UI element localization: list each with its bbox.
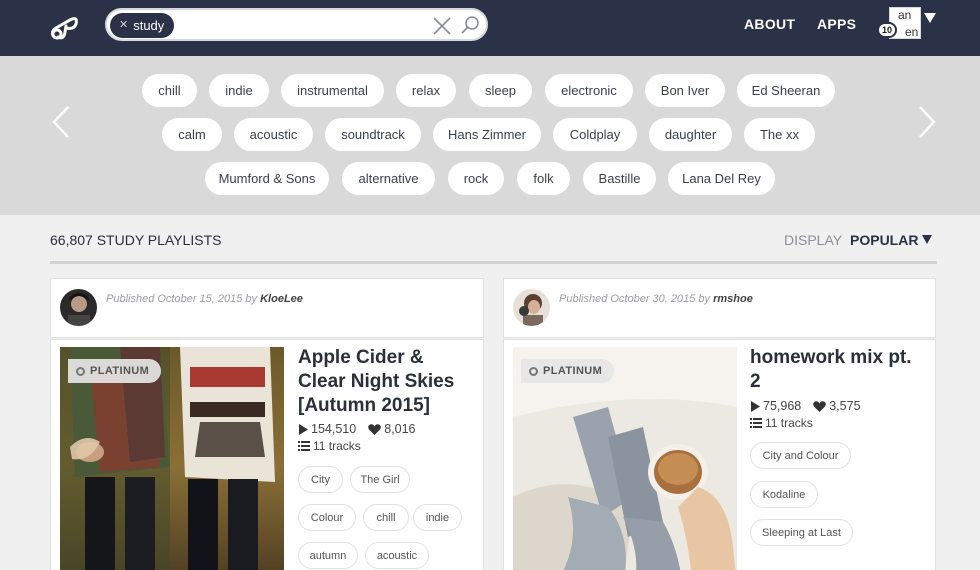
list-icon xyxy=(298,441,310,451)
tag-the-xx[interactable]: The xx xyxy=(744,118,815,151)
nav-apps[interactable]: APPS xyxy=(817,16,856,32)
clear-icon[interactable] xyxy=(431,15,453,37)
playlist-stats: 154,510 8,016 xyxy=(298,422,415,436)
playlist-title-line: homework mix pt. xyxy=(750,347,912,368)
publish-date: Published October 30, 2015 by xyxy=(559,293,711,305)
tag-ed-sheeran[interactable]: Ed Sheeran xyxy=(737,74,835,107)
platinum-badge: PLATINUM xyxy=(68,359,162,383)
playlist-tag[interactable]: Sleeping at Last xyxy=(750,519,853,546)
tag-hans-zimmer[interactable]: Hans Zimmer xyxy=(433,118,541,151)
avatar-alt-text: en xyxy=(905,25,919,39)
playlist-title-line: [Autumn 2015] xyxy=(298,395,430,416)
playlist-tag[interactable]: Kodaline xyxy=(750,481,818,508)
playlist-tag[interactable]: autumn xyxy=(298,542,358,569)
author-avatar[interactable] xyxy=(513,289,550,326)
tag-folk[interactable]: folk xyxy=(517,162,570,195)
heart-icon xyxy=(813,400,827,412)
publish-info: Published October 15, 2015 by KloeLee xyxy=(106,293,303,305)
tag-band: chill indie instrumental relax sleep ele… xyxy=(0,56,980,215)
playlist-card[interactable]: PLATINUM Apple Cider & Clear Night Skies… xyxy=(50,339,484,570)
playlist-title[interactable]: Apple Cider & Clear Night Skies [Autumn … xyxy=(298,346,454,418)
track-count: 11 tracks xyxy=(298,439,361,453)
play-count: 75,968 xyxy=(763,399,802,413)
list-icon xyxy=(750,418,762,428)
badge-label: PLATINUM xyxy=(90,365,150,377)
search-bar[interactable]: ✕ study xyxy=(105,8,488,41)
next-arrow-icon[interactable] xyxy=(916,104,938,140)
prev-arrow-icon[interactable] xyxy=(50,104,72,140)
user-menu-chevron-icon[interactable] xyxy=(924,13,936,23)
tag-coldplay[interactable]: Coldplay xyxy=(553,118,637,151)
playlist-card[interactable]: PLATINUM homework mix pt. 2 75,968 3,575… xyxy=(503,339,936,570)
search-input[interactable] xyxy=(179,14,419,37)
notification-badge[interactable]: 10 xyxy=(877,22,897,38)
tag-indie[interactable]: indie xyxy=(209,74,269,107)
author-avatar[interactable] xyxy=(60,289,97,326)
tag-mumford-and-sons[interactable]: Mumford & Sons xyxy=(205,162,329,195)
result-count: 66,807 STUDY PLAYLISTS xyxy=(50,232,222,248)
playlist-meta: Published October 15, 2015 by KloeLee xyxy=(50,278,484,338)
author-link[interactable]: KloeLee xyxy=(260,293,303,305)
search-chip[interactable]: ✕ study xyxy=(110,13,175,38)
track-count-label: 11 tracks xyxy=(313,439,361,453)
chip-remove-icon[interactable]: ✕ xyxy=(119,13,128,38)
playlist-tag[interactable]: acoustic xyxy=(365,542,429,569)
publish-date: Published October 15, 2015 by xyxy=(106,293,258,305)
badge-icon xyxy=(76,366,85,376)
playlist-cover-image[interactable]: PLATINUM xyxy=(513,347,737,570)
play-icon xyxy=(751,400,760,412)
tag-bon-iver[interactable]: Bon Iver xyxy=(645,74,725,107)
avatar-alt-text: an xyxy=(898,8,912,22)
tag-sleep[interactable]: sleep xyxy=(469,74,532,107)
like-count: 8,016 xyxy=(384,422,416,436)
tag-bastille[interactable]: Bastille xyxy=(583,162,656,195)
tag-soundtrack[interactable]: soundtrack xyxy=(325,118,421,151)
playlist-title-line: Apple Cider & xyxy=(298,347,424,368)
tag-alternative[interactable]: alternative xyxy=(342,162,435,195)
tag-electronic[interactable]: electronic xyxy=(545,74,633,107)
tag-rock[interactable]: rock xyxy=(448,162,504,195)
sort-dropdown-label: POPULAR xyxy=(850,232,919,248)
playlist-title-line: 2 xyxy=(750,371,761,392)
playlist-tag[interactable]: City and Colour xyxy=(750,442,851,469)
sort-dropdown[interactable]: POPULAR xyxy=(850,232,933,248)
tag-lana-del-rey[interactable]: Lana Del Rey xyxy=(668,162,775,195)
platinum-badge: PLATINUM xyxy=(521,359,615,383)
author-link[interactable]: rmshoe xyxy=(713,293,753,305)
tag-chill[interactable]: chill xyxy=(142,74,197,107)
playlist-tag[interactable]: chill xyxy=(363,504,409,531)
play-count: 154,510 xyxy=(311,422,357,436)
tag-relax[interactable]: relax xyxy=(396,74,456,107)
heart-icon xyxy=(368,423,381,435)
publish-info: Published October 30, 2015 by rmshoe xyxy=(559,293,753,305)
top-header: ✕ study ABOUT APPS an en 10 xyxy=(0,0,980,56)
track-count-label: 11 tracks xyxy=(765,416,813,430)
playlist-meta: Published October 30, 2015 by rmshoe xyxy=(503,278,936,338)
logo-icon[interactable] xyxy=(48,10,82,44)
tag-daughter[interactable]: daughter xyxy=(649,118,732,151)
playlist-tag[interactable]: The Girl xyxy=(350,466,410,493)
search-icon[interactable] xyxy=(459,14,481,36)
nav-about[interactable]: ABOUT xyxy=(744,16,795,32)
chevron-down-icon xyxy=(922,235,933,244)
tag-calm[interactable]: calm xyxy=(162,118,222,151)
tag-instrumental[interactable]: instrumental xyxy=(281,74,384,107)
badge-label: PLATINUM xyxy=(543,365,603,377)
playlist-stats: 75,968 3,575 xyxy=(750,399,861,413)
divider xyxy=(50,261,937,264)
like-count: 3,575 xyxy=(829,399,861,413)
play-icon xyxy=(299,423,308,435)
playlist-tag[interactable]: Colour xyxy=(298,504,356,531)
tag-acoustic[interactable]: acoustic xyxy=(234,118,313,151)
playlist-title[interactable]: homework mix pt. 2 xyxy=(750,346,912,394)
badge-icon xyxy=(529,366,538,376)
playlist-tag[interactable]: City xyxy=(298,466,343,493)
search-chip-label: study xyxy=(133,18,165,33)
playlist-title-line: Clear Night Skies xyxy=(298,371,455,392)
track-count: 11 tracks xyxy=(750,416,813,430)
playlist-tag[interactable]: indie xyxy=(413,504,462,531)
playlist-cover-image[interactable]: PLATINUM xyxy=(60,347,284,570)
display-label: DISPLAY xyxy=(784,232,843,248)
